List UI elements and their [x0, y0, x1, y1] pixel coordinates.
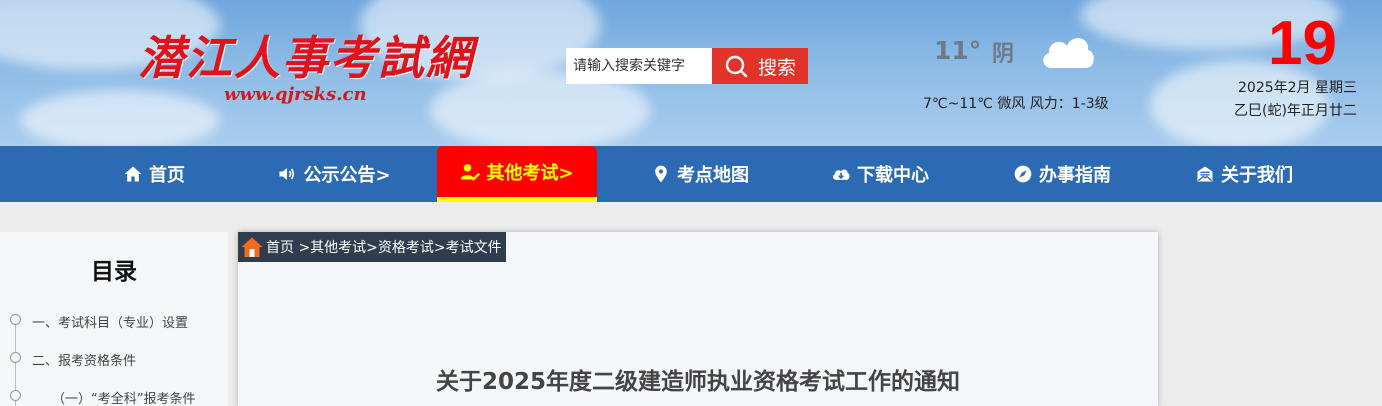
breadcrumb-path[interactable]: 首页 >其他考试>资格考试>考试文件 — [266, 237, 502, 257]
toc-item[interactable]: 二、报考资格条件 — [32, 350, 136, 369]
calendar-lunar-date: 乙巳(蛇)年正月廿二 — [1234, 103, 1357, 119]
sky-cloud — [20, 90, 220, 146]
toc-bullet — [10, 352, 21, 363]
compass-icon — [1014, 165, 1032, 183]
nav-item-guide[interactable]: 办事指南 — [1000, 146, 1124, 202]
toc-item[interactable]: （一）“考全科”报考条件 — [52, 388, 195, 406]
article-panel: 首页 >其他考试>资格考试>考试文件 关于2025年度二级建造师执业资格考试工作… — [238, 232, 1158, 406]
toc-bullet — [10, 314, 21, 325]
nav-item-exam-map[interactable]: 考点地图 — [640, 146, 760, 202]
table-of-contents: 目录 一、考试科目（专业）设置 二、报考资格条件 （一）“考全科”报考条件 — [0, 232, 228, 406]
nav-item-downloads[interactable]: 下载中心 — [818, 146, 942, 202]
breadcrumb: 首页 >其他考试>资格考试>考试文件 — [238, 232, 506, 262]
nav-item-about[interactable]: 关于我们 — [1182, 146, 1306, 202]
search-button-label: 搜索 — [757, 56, 796, 79]
nav-item-label: 下载中心 — [857, 165, 929, 186]
weather-condition: 阴 — [992, 42, 1015, 67]
site-url: www.qjrsks.cn — [224, 84, 367, 105]
search-input[interactable] — [566, 48, 712, 84]
nav-item-label: 其他考试> — [486, 162, 574, 184]
cloud-icon — [1043, 38, 1094, 68]
nav-item-home[interactable]: 首页 — [104, 146, 204, 202]
search-button[interactable]: 搜索 — [712, 48, 808, 84]
calendar-date: 2025年2月 星期三 — [1238, 80, 1357, 96]
nav-item-other-exams[interactable]: 其他考试> — [437, 146, 597, 202]
site-logo[interactable]: 潜江人事考試網 — [138, 22, 474, 88]
site-header: 潜江人事考試網 www.qjrsks.cn 搜索 11° 阴 7℃~11℃ 微风… — [0, 0, 1382, 146]
calendar-day: 19 — [1268, 9, 1337, 78]
home-icon[interactable] — [240, 235, 264, 259]
nav-item-label: 考点地图 — [677, 165, 749, 186]
weather-detail: 7℃~11℃ 微风 风力：1-3级 — [923, 96, 1109, 112]
speaker-icon — [279, 168, 295, 180]
cloud-download-icon — [832, 169, 850, 180]
search-icon — [725, 55, 748, 78]
toc-bullet — [10, 390, 21, 401]
nav-item-label: 首页 — [149, 165, 185, 186]
map-pin-icon — [655, 165, 667, 183]
user-edit-icon — [461, 163, 481, 180]
envelope-icon — [1197, 166, 1213, 182]
search-box: 搜索 — [566, 48, 808, 84]
article-title: 关于2025年度二级建造师执业资格考试工作的通知 — [435, 369, 960, 395]
nav-item-label: 关于我们 — [1221, 165, 1293, 186]
nav-item-announcements[interactable]: 公示公告> — [258, 146, 410, 202]
toc-title: 目录 — [91, 259, 137, 285]
home-icon — [124, 166, 142, 182]
nav-item-label: 办事指南 — [1039, 165, 1111, 186]
toc-item[interactable]: 一、考试科目（专业）设置 — [32, 312, 188, 331]
main-nav: 首页 公示公告> 其他考试> 考点地图 下载中心 办事指南 关于我们 — [0, 146, 1382, 202]
nav-item-label: 公示公告> — [303, 165, 391, 186]
weather-temperature: 11° — [934, 36, 982, 65]
